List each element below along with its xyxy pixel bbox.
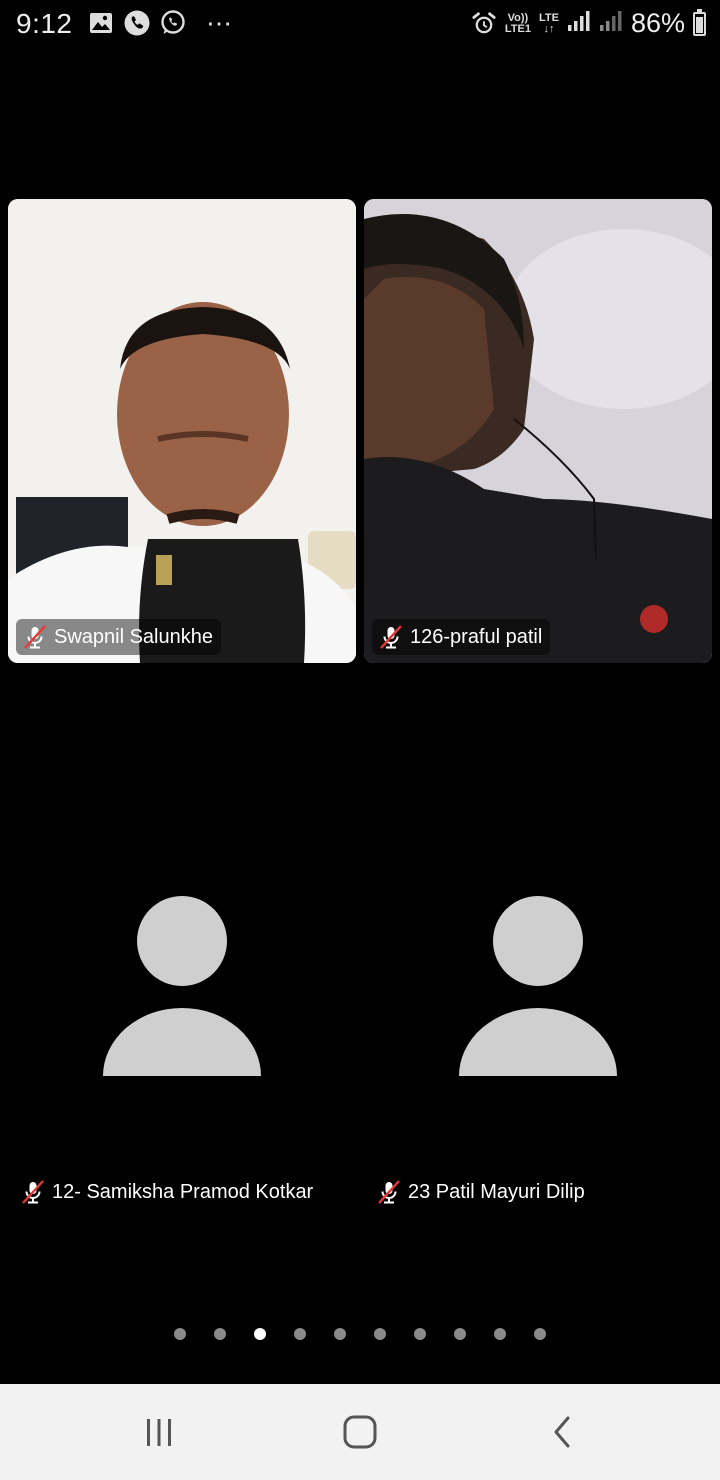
back-button[interactable] [542,1412,582,1452]
battery-percent: 86% [630,8,685,38]
participant-name: 126-praful patil [410,625,543,648]
page-dot[interactable] [214,1328,226,1340]
avatar-body [459,1008,617,1076]
page-dot[interactable] [494,1328,506,1340]
participant-name: 23 Patil Mayuri Dilip [408,1180,585,1203]
status-time: 9:12 [16,8,73,39]
participant-name: 12- Samiksha Pramod Kotkar [52,1180,314,1203]
page-indicator[interactable] [174,1328,546,1340]
participant-name-tag: 23 Patil Mayuri Dilip [376,1174,585,1210]
phone-call-icon [124,10,150,36]
avatar-placeholder [459,896,639,1078]
status-bar: 9:12 ⋯ Vo)) LTE1 LTE ↓↑ 86% [0,0,720,50]
home-button[interactable] [340,1412,380,1452]
page-dot[interactable] [174,1328,186,1340]
participant-video-feed [8,199,356,663]
more-notifications-icon: ⋯ [206,8,232,38]
lte-indicator: LTE ↓↑ [538,11,559,35]
participant-video-feed [364,199,712,663]
page-dot[interactable] [534,1328,546,1340]
gallery-icon [88,10,114,36]
mic-muted-icon [380,625,402,649]
participant-name-tag: Swapnil Salunkhe [16,619,221,655]
video-tile-swapnil[interactable]: Swapnil Salunkhe [8,199,356,663]
avatar-placeholder [103,896,283,1078]
home-icon [343,1415,377,1449]
participant-name-tag: 126-praful patil [372,619,551,655]
participant-name-tag: 12- Samiksha Pramod Kotkar [20,1174,313,1210]
signal-icon-sim1 [567,10,591,37]
page-dot[interactable] [374,1328,386,1340]
page-dot[interactable] [454,1328,466,1340]
whatsapp-icon [160,10,186,36]
recents-icon [147,1419,171,1446]
page-dot[interactable] [254,1328,266,1340]
avatar-body [103,1008,261,1076]
mic-muted-icon [24,625,46,649]
mic-muted-icon [22,1180,44,1204]
battery-icon [693,8,706,36]
mic-muted-icon [378,1180,400,1204]
status-right: Vo)) LTE1 LTE ↓↑ 86% [471,8,706,39]
recents-button[interactable] [139,1412,179,1452]
participant-name: Swapnil Salunkhe [54,625,213,648]
battery-level [696,17,703,33]
volte-indicator: Vo)) LTE1 [504,11,531,35]
page-dot[interactable] [294,1328,306,1340]
page-dot[interactable] [334,1328,346,1340]
notification-icons: ⋯ [88,10,232,36]
alarm-icon [471,11,497,37]
avatar-head [493,896,583,986]
navigation-bar [0,1384,720,1480]
back-icon [554,1416,570,1448]
video-tile-praful[interactable]: 126-praful patil [364,199,712,663]
signal-icon-sim2 [599,10,623,37]
avatar-head [137,896,227,986]
page-dot[interactable] [414,1328,426,1340]
